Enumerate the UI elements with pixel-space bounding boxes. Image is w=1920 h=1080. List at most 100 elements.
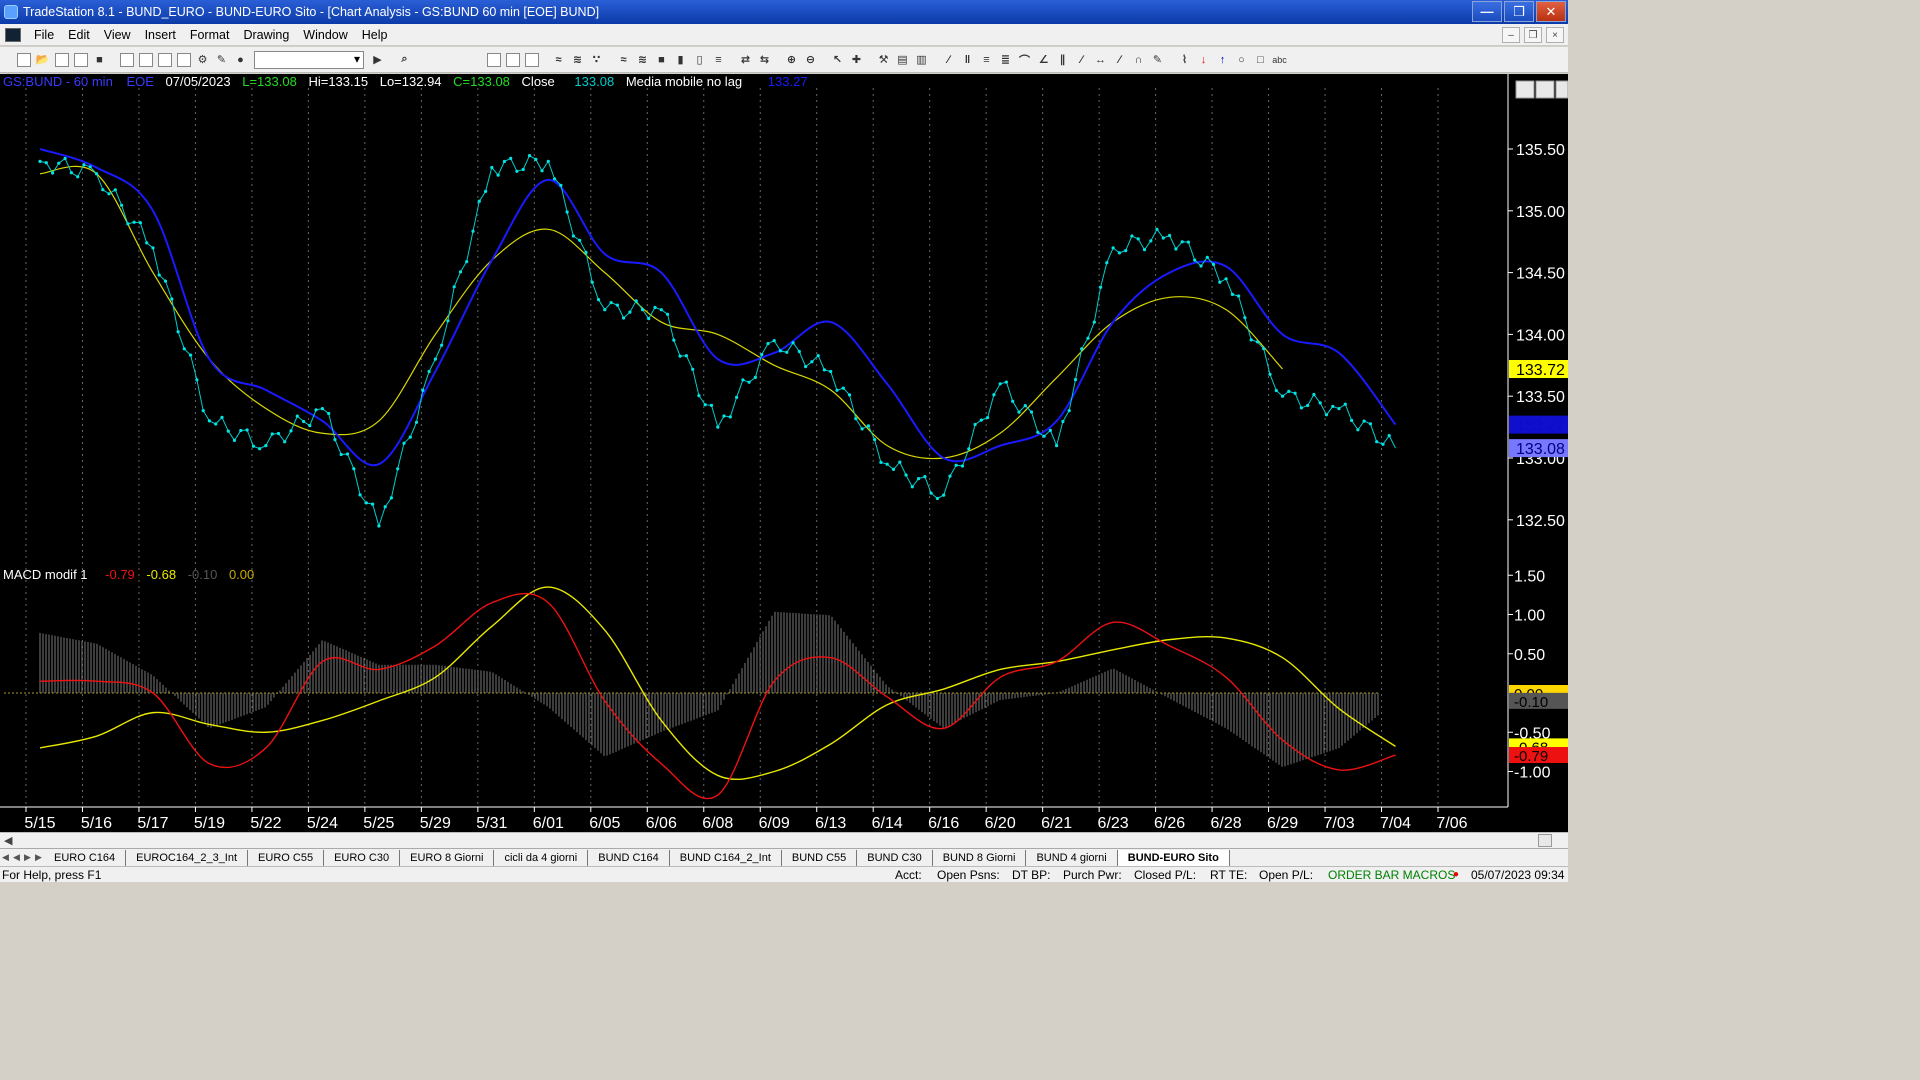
tab-euro-8-giorni[interactable]: EURO 8 Giorni — [400, 849, 495, 866]
tab-prev-icon[interactable]: ◀ — [11, 852, 22, 863]
zoom-in-icon[interactable]: ⊕ — [785, 53, 799, 67]
chart-area[interactable]: 135.50 135.00 134.50 134.00 133.50 133.00 132.… — [0, 74, 1569, 832]
menu-window[interactable]: Window — [296, 28, 354, 42]
sub-minimize-button[interactable] — [1515, 80, 1535, 99]
chart-svg[interactable]: 135.50135.00134.50134.00133.50133.00132.… — [0, 74, 1569, 832]
sub-restore-button[interactable] — [1535, 80, 1555, 99]
shift-left-icon[interactable]: ⇄ — [739, 53, 753, 67]
sub-close-button[interactable] — [1555, 80, 1569, 99]
price-dot — [1306, 403, 1310, 408]
status-macros[interactable]: ORDER BAR MACROS — [1328, 867, 1455, 883]
bar-chart-icon[interactable]: ▮ — [674, 53, 688, 67]
horizontal-lines-icon[interactable]: ≡ — [980, 53, 994, 67]
price-dot — [672, 338, 676, 342]
scanner-icon[interactable]: ≈ — [552, 53, 566, 67]
pointer-icon[interactable]: ↖ — [831, 53, 845, 67]
horizontal-scrollbar[interactable]: ◀ — [0, 832, 1568, 848]
alert-icon[interactable]: ≈ — [617, 53, 631, 67]
tab-bund-euro-sito[interactable]: BUND-EURO Sito — [1117, 849, 1230, 866]
arrow-down-icon[interactable]: ↓ — [1197, 53, 1211, 67]
play-icon[interactable]: ▶ — [371, 53, 385, 67]
copy-icon[interactable] — [73, 52, 88, 67]
tab-first-icon[interactable]: ◀ — [0, 852, 11, 863]
tab-euro-c55[interactable]: EURO C55 — [248, 849, 325, 866]
crosshair-icon[interactable]: ✚ — [850, 53, 864, 67]
menu-edit[interactable]: Edit — [61, 28, 97, 42]
tab-euro-c30[interactable]: EURO C30 — [324, 849, 401, 866]
workspace-tabs: ◀ ◀ ▶ ▶ EURO C164 EUROC164_2_3_Int EURO … — [0, 848, 1568, 866]
pencil-icon[interactable]: ✎ — [1151, 53, 1165, 67]
scroll-left-icon[interactable]: ◀ — [4, 834, 12, 847]
find-icon[interactable]: ⌕ — [398, 53, 412, 67]
minimize-button[interactable]: — — [1472, 1, 1502, 22]
tab-bund-8-giorni[interactable]: BUND 8 Giorni — [933, 849, 1027, 866]
text-icon[interactable]: abc — [1272, 53, 1287, 67]
close-button[interactable]: ✕ — [1536, 1, 1566, 22]
tab-next-icon[interactable]: ▶ — [22, 852, 33, 863]
tools-icon[interactable]: ⚒ — [877, 53, 891, 67]
symbol-combo[interactable] — [254, 50, 364, 69]
window-icon[interactable] — [176, 52, 191, 67]
ellipse-icon[interactable]: ○ — [1235, 53, 1249, 67]
menu-file[interactable]: File — [27, 28, 61, 42]
print-icon[interactable] — [119, 52, 134, 67]
trendline-icon[interactable]: ∕ — [942, 53, 956, 67]
new-icon[interactable] — [16, 52, 31, 67]
options-icon[interactable]: ≋ — [636, 53, 650, 67]
globe-icon[interactable]: ● — [234, 53, 248, 67]
scroll-thumb[interactable] — [1538, 834, 1552, 847]
vertical-lines-icon[interactable]: ‖ — [961, 53, 975, 67]
mdi-restore-button[interactable]: ❒ — [1524, 27, 1542, 43]
tab-bund-c30[interactable]: BUND C30 — [857, 849, 933, 866]
folder-icon[interactable]: ■ — [93, 53, 107, 67]
menu-insert[interactable]: Insert — [138, 28, 183, 42]
fib-icon[interactable]: ≣ — [999, 53, 1013, 67]
price-dot — [546, 159, 550, 163]
parallel-icon[interactable]: ∕ — [1113, 53, 1127, 67]
tab-last-icon[interactable]: ▶ — [33, 852, 44, 863]
menu-drawing[interactable]: Drawing — [236, 28, 296, 42]
tab-bund-4-giorni[interactable]: BUND 4 giorni — [1026, 849, 1118, 866]
report-icon[interactable]: ▥ — [915, 53, 929, 67]
speedline-icon[interactable]: ∥ — [1056, 53, 1070, 67]
strategy-icon[interactable]: ■ — [655, 53, 669, 67]
data-window-icon[interactable]: ▤ — [896, 53, 910, 67]
format-icon[interactable] — [157, 52, 172, 67]
menu-format[interactable]: Format — [183, 28, 237, 42]
tab-bund-c55[interactable]: BUND C55 — [782, 849, 858, 866]
tab-bund-c164[interactable]: BUND C164 — [588, 849, 670, 866]
angle-icon[interactable]: ∠ — [1037, 53, 1051, 67]
table-icon[interactable] — [505, 52, 520, 67]
tab-bund-c164-2-int[interactable]: BUND C164_2_Int — [670, 849, 782, 866]
save-icon[interactable] — [54, 52, 69, 67]
matrix-icon[interactable]: ∵ — [590, 53, 604, 67]
radar-icon[interactable]: ≋ — [571, 53, 585, 67]
open-icon[interactable]: 📂 — [36, 53, 50, 67]
tab-euro-c164[interactable]: EURO C164 — [44, 849, 127, 866]
print-preview-icon[interactable] — [138, 52, 153, 67]
grid-icon[interactable] — [486, 52, 501, 67]
curve-icon[interactable]: ⌇ — [1178, 53, 1192, 67]
lock-icon[interactable]: ⚙ — [196, 53, 210, 67]
ruler-icon[interactable]: ↔ — [1094, 53, 1108, 67]
chart-window-icon[interactable] — [5, 27, 21, 42]
tab-cicli-da-4-giorni[interactable]: cicli da 4 giorni — [494, 849, 589, 866]
ohlc-icon[interactable]: ≡ — [712, 53, 726, 67]
paint-icon[interactable]: ✎ — [215, 53, 229, 67]
menu-help[interactable]: Help — [355, 28, 395, 42]
rectangle-icon[interactable]: □ — [1254, 53, 1268, 67]
sheet-icon[interactable] — [524, 52, 539, 67]
channel-icon[interactable]: ∕ — [1075, 53, 1089, 67]
menu-view[interactable]: View — [97, 28, 138, 42]
candle-icon[interactable]: ▯ — [693, 53, 707, 67]
tab-euroc164-2-3-int[interactable]: EUROC164_2_3_Int — [126, 849, 249, 866]
shift-right-icon[interactable]: ⇆ — [758, 53, 772, 67]
cycle-icon[interactable]: ∩ — [1132, 53, 1146, 67]
arc-icon[interactable]: ⌒ — [1018, 53, 1032, 67]
maximize-button[interactable]: ❒ — [1504, 1, 1534, 22]
mdi-minimize-button[interactable]: – — [1502, 27, 1520, 43]
arrow-up-icon[interactable]: ↑ — [1216, 53, 1230, 67]
price-dot — [1124, 249, 1128, 253]
zoom-out-icon[interactable]: ⊖ — [804, 53, 818, 67]
mdi-close-button[interactable]: × — [1546, 27, 1564, 43]
